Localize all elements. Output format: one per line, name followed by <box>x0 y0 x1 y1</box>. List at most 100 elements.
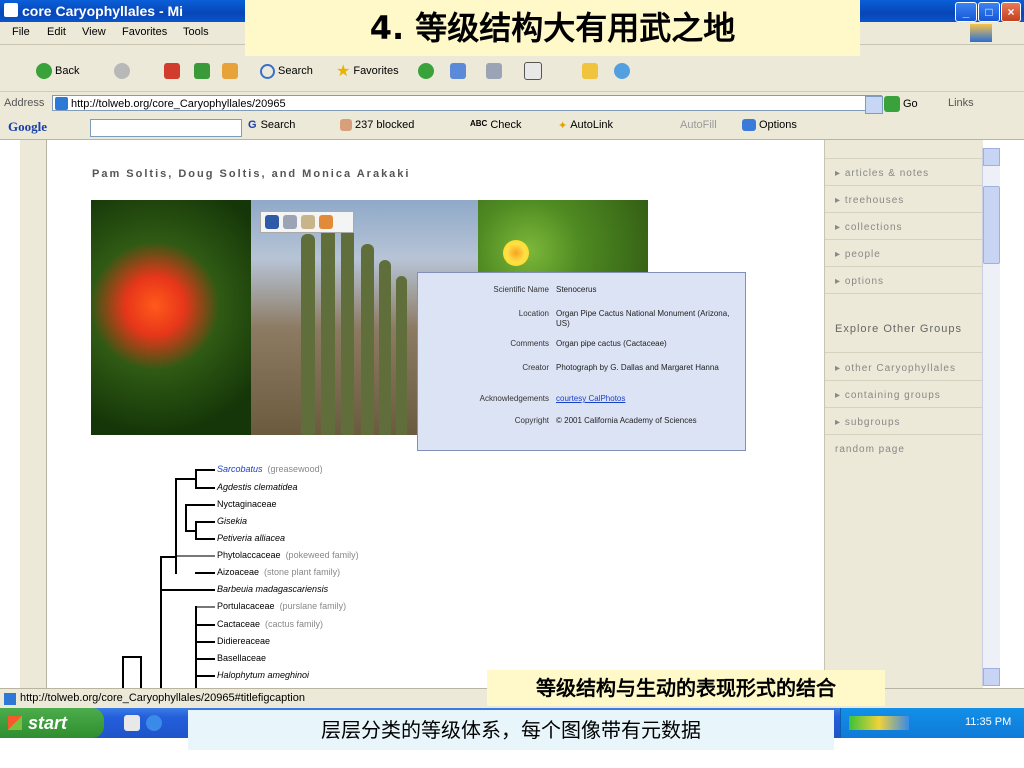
search-button[interactable]: Search <box>260 60 313 82</box>
google-logo[interactable]: Google <box>8 119 47 135</box>
tree-leaf[interactable]: Sarcobatus (greasewood) <box>217 464 323 474</box>
star-icon: ★ <box>336 63 351 80</box>
home-button[interactable] <box>222 60 238 82</box>
sidebar-item-treehouses[interactable]: ▸ treehouses <box>835 195 904 206</box>
links-label[interactable]: Links <box>948 97 974 109</box>
menu-tools[interactable]: Tools <box>183 26 209 38</box>
tree-leaf[interactable]: Aizoaceae (stone plant family) <box>217 567 340 577</box>
popup-blocker[interactable]: 237 blocked <box>340 119 414 131</box>
sidebar-item-articles-notes[interactable]: ▸ articles & notes <box>835 168 929 179</box>
image-metadata-popup: Scientific Name Stenocerus Location Orga… <box>417 272 746 451</box>
mail-icon <box>450 63 466 79</box>
menu-file[interactable]: File <box>12 26 30 38</box>
options-button[interactable]: Options <box>742 119 797 131</box>
menu-favorites[interactable]: Favorites <box>122 26 167 38</box>
slide-title-banner: 4. 等级结构大有用武之地 <box>245 0 860 56</box>
quicklaunch-icon[interactable] <box>124 715 140 731</box>
search-label: Search <box>278 65 313 77</box>
google-search-input[interactable] <box>90 119 242 137</box>
go-label: Go <box>903 98 918 110</box>
autolink-button[interactable]: ✦ AutoLink <box>558 119 613 132</box>
folder-icon[interactable] <box>319 215 333 229</box>
forward-button[interactable] <box>114 60 130 82</box>
ie-quicklaunch-icon[interactable] <box>146 715 162 731</box>
metadata-key: Creator <box>522 363 549 372</box>
favorites-label: Favorites <box>353 65 399 77</box>
tree-leaf[interactable]: Didiereaceae <box>217 636 270 646</box>
search-icon <box>260 63 275 79</box>
history-button[interactable] <box>418 60 434 82</box>
mail-icon[interactable] <box>301 215 315 229</box>
tree-leaf[interactable]: Cactaceae (cactus family) <box>217 619 323 629</box>
maximize-button[interactable]: □ <box>978 2 1000 22</box>
tree-leaf[interactable]: Phytolaccaceae (pokeweed family) <box>217 550 359 560</box>
back-button[interactable]: Back <box>36 60 79 82</box>
stop-button[interactable] <box>164 60 180 82</box>
back-label: Back <box>55 65 80 77</box>
messenger-button[interactable] <box>614 60 630 82</box>
subtitle-banner: 层层分类的等级体系，每个图像带有元数据 <box>188 710 834 750</box>
home-icon <box>222 63 238 79</box>
menu-view[interactable]: View <box>82 26 106 38</box>
address-dropdown-button[interactable] <box>865 96 883 114</box>
ie-icon <box>4 3 18 17</box>
succulent-photo[interactable] <box>478 200 648 272</box>
close-button[interactable]: × <box>1001 2 1021 22</box>
word-icon <box>524 62 542 80</box>
folder-button[interactable] <box>582 60 598 82</box>
minimize-button[interactable]: _ <box>955 2 977 22</box>
scroll-up-button[interactable] <box>983 148 1000 166</box>
save-icon[interactable] <box>265 215 279 229</box>
word-button[interactable] <box>524 60 542 82</box>
go-button[interactable]: Go <box>884 96 918 112</box>
favorites-button[interactable]: ★ Favorites <box>336 60 399 82</box>
metadata-value: © 2001 California Academy of Sciences <box>556 416 697 425</box>
start-button[interactable]: start <box>0 708 104 738</box>
spell-check-button[interactable]: ABC Check <box>470 119 522 131</box>
mail-button[interactable] <box>450 60 466 82</box>
tray-icons[interactable] <box>849 716 909 730</box>
back-arrow-icon <box>36 63 52 79</box>
flower-photo[interactable] <box>91 200 251 435</box>
tree-leaf[interactable]: Basellaceae <box>217 653 266 663</box>
window-title: core Caryophyllales - Mi <box>22 3 184 19</box>
history-icon <box>418 63 434 79</box>
address-input[interactable]: http://tolweb.org/core_Caryophyllales/20… <box>52 95 882 111</box>
tree-leaf[interactable]: Halophytum ameghinoi <box>217 670 309 680</box>
sidebar-random-page[interactable]: random page <box>835 444 905 455</box>
sidebar-item-containing-groups[interactable]: ▸ containing groups <box>835 390 941 401</box>
autolink-label: AutoLink <box>570 119 614 131</box>
tree-leaf[interactable]: Petiveria alliacea <box>217 533 285 543</box>
refresh-button[interactable] <box>194 60 210 82</box>
refresh-icon <box>194 63 210 79</box>
sidebar-item-other-caryophyllales[interactable]: ▸ other Caryophyllales <box>835 363 956 374</box>
address-bar: Address http://tolweb.org/core_Caryophyl… <box>0 91 1024 116</box>
autolink-icon: ✦ <box>558 120 568 132</box>
tree-leaf[interactable]: Portulacaceae (purslane family) <box>217 601 346 611</box>
phylogenetic-tree: Sarcobatus (greasewood) Agdestis clemati… <box>110 460 510 696</box>
print-button[interactable] <box>486 60 502 82</box>
check-label: Check <box>490 119 522 131</box>
metadata-value[interactable]: courtesy CalPhotos <box>556 394 736 404</box>
sidebar-item-collections[interactable]: ▸ collections <box>835 222 903 233</box>
scroll-down-button[interactable] <box>983 668 1000 686</box>
print-icon[interactable] <box>283 215 297 229</box>
sidebar-item-people[interactable]: ▸ people <box>835 249 881 260</box>
tree-leaf[interactable]: Nyctaginaceae <box>217 499 277 509</box>
address-url: http://tolweb.org/core_Caryophyllales/20… <box>71 98 286 110</box>
google-search-button[interactable]: G Search <box>248 119 295 131</box>
status-page-icon <box>4 693 16 705</box>
metadata-value: Organ Pipe Cactus National Monument (Ari… <box>556 309 730 328</box>
tree-leaf[interactable]: Agdestis clematidea <box>217 482 298 492</box>
scrollbar-thumb[interactable] <box>983 186 1000 264</box>
autofill-button[interactable]: AutoFill <box>680 119 717 131</box>
tree-leaf[interactable]: Barbeuia madagascariensis <box>217 584 328 594</box>
windows-logo-icon <box>8 716 22 730</box>
tree-leaf[interactable]: Gisekia <box>217 516 247 526</box>
menu-edit[interactable]: Edit <box>47 26 66 38</box>
address-label: Address <box>4 97 45 109</box>
system-tray: 11:35 PM <box>840 708 1024 738</box>
sidebar-item-options[interactable]: ▸ options <box>835 276 884 287</box>
sidebar-item-subgroups[interactable]: ▸ subgroups <box>835 417 901 428</box>
google-g-icon: G <box>248 119 257 131</box>
